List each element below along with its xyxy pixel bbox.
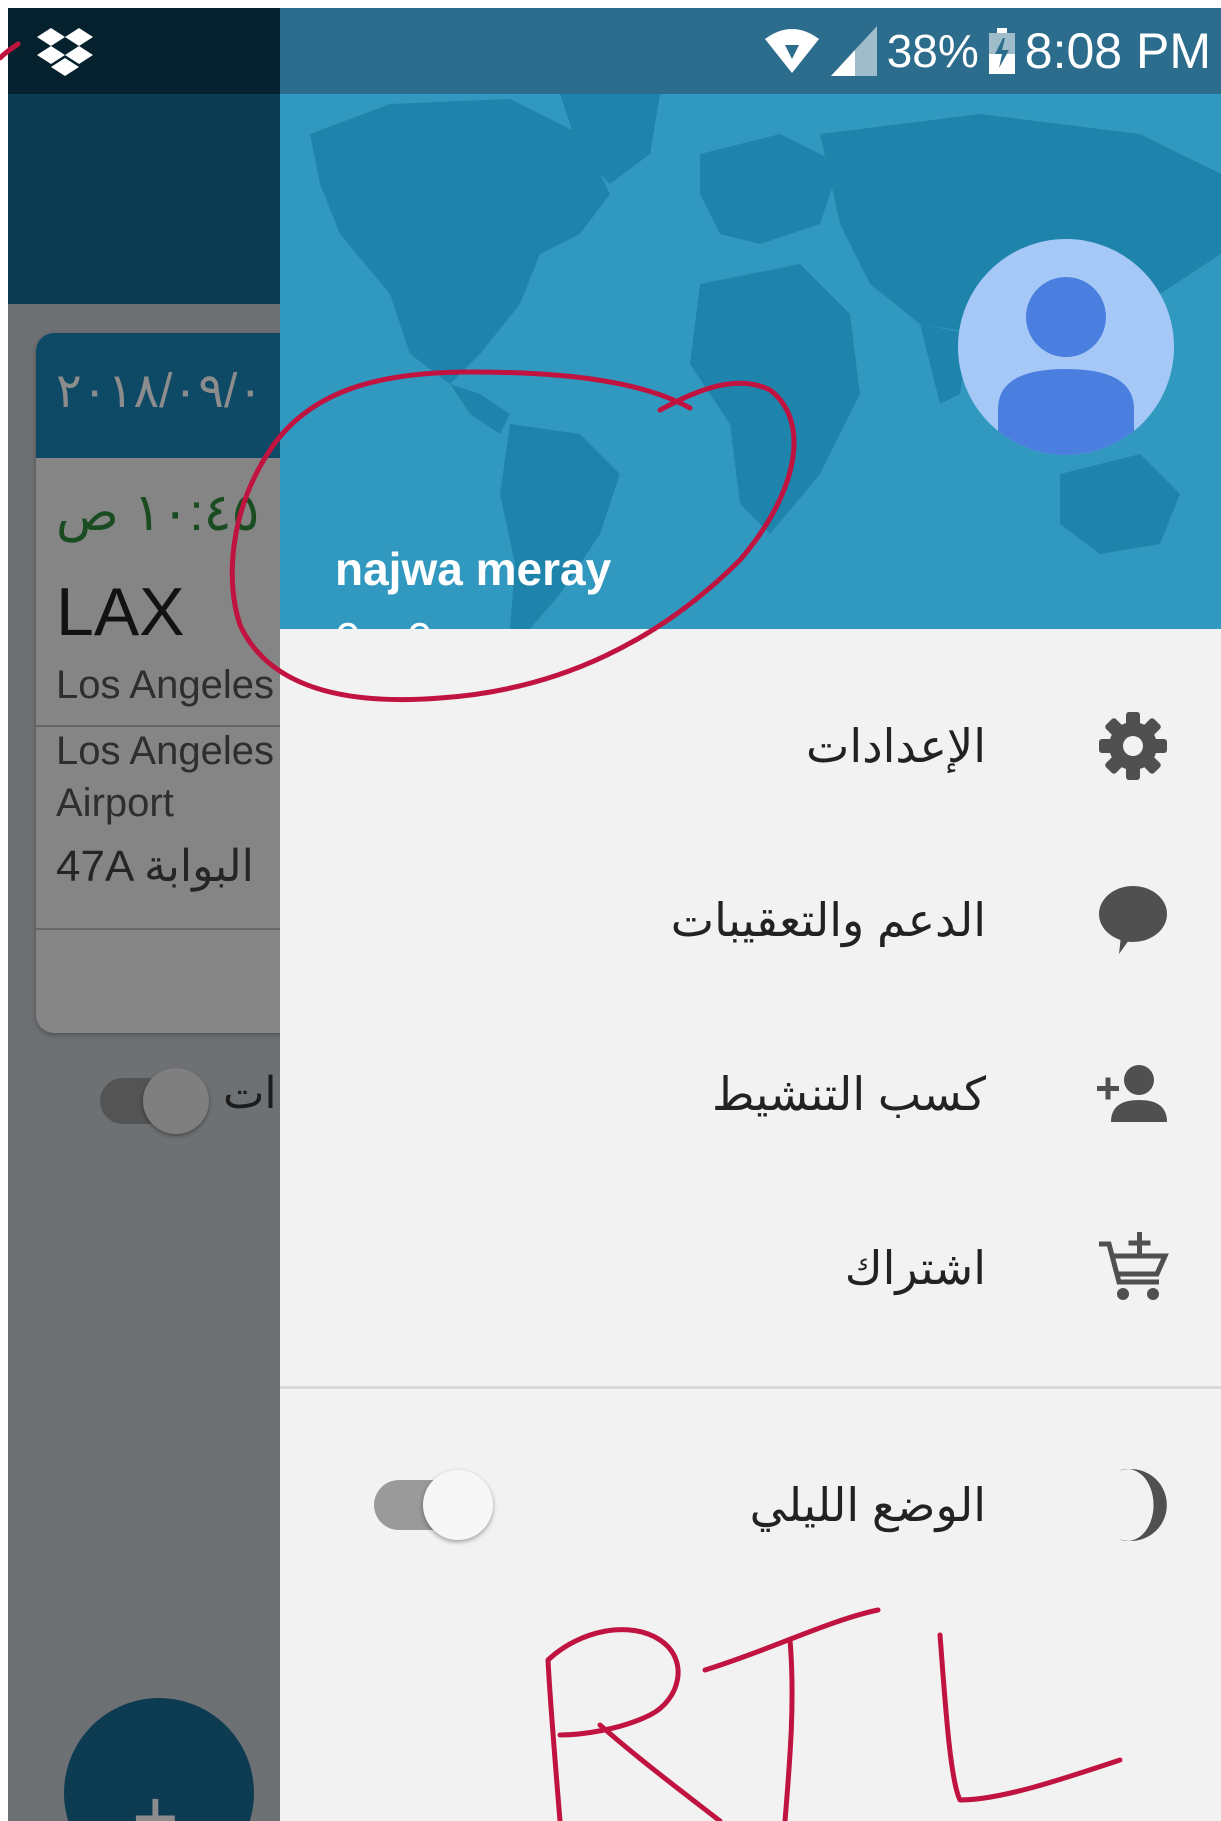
person-icon [998,277,1134,455]
status-time: 8:08 PM [1024,23,1211,79]
add-person-icon [1097,1065,1167,1122]
menu-item-settings[interactable]: الإعدادات [280,686,1221,806]
menu-item-label: كسب التنشيط [711,1068,986,1120]
user-name: najwa meray [335,543,612,595]
menu-item-label: اشتراك [844,1242,986,1294]
night-mode-toggle-knob[interactable] [423,1470,493,1540]
status-bar: 38% 8:08 PM [280,8,1221,94]
menu-divider [280,1386,1221,1389]
moon-icon [1119,1469,1167,1541]
wifi-data-icon [764,29,819,73]
navigation-drawer: 38% 8:08 PM najwa meray الإعدادات الدعم … [280,8,1221,1821]
drawer-header: najwa meray 0 , 0 [280,94,1221,629]
status-indicators: 38% 8:08 PM [763,20,1211,82]
user-coordinates: 0 , 0 [335,612,435,629]
gear-icon [1099,712,1167,780]
chat-bubble-icon [1099,886,1167,954]
user-avatar[interactable] [958,239,1174,455]
add-to-cart-icon [1099,1232,1169,1300]
menu-item-subscription[interactable]: اشتراك [280,1208,1221,1328]
menu-item-label: الإعدادات [806,720,986,772]
menu-item-support-feedback[interactable]: الدعم والتعقيبات [280,860,1221,980]
battery-percent: 38% [886,25,979,77]
dropbox-icon [37,28,93,76]
battery-charging-icon [988,28,1015,74]
night-mode-label: الوضع الليلي [749,1479,986,1531]
menu-item-label: الدعم والتعقيبات [670,894,986,946]
menu-item-earn-activation[interactable]: كسب التنشيط [280,1034,1221,1154]
cell-signal-icon [830,26,877,76]
screen: ٢٠١٨/٠٩/٠ ١٠:٤٥ ص LAX Los Angeles Los An… [8,8,1221,1821]
